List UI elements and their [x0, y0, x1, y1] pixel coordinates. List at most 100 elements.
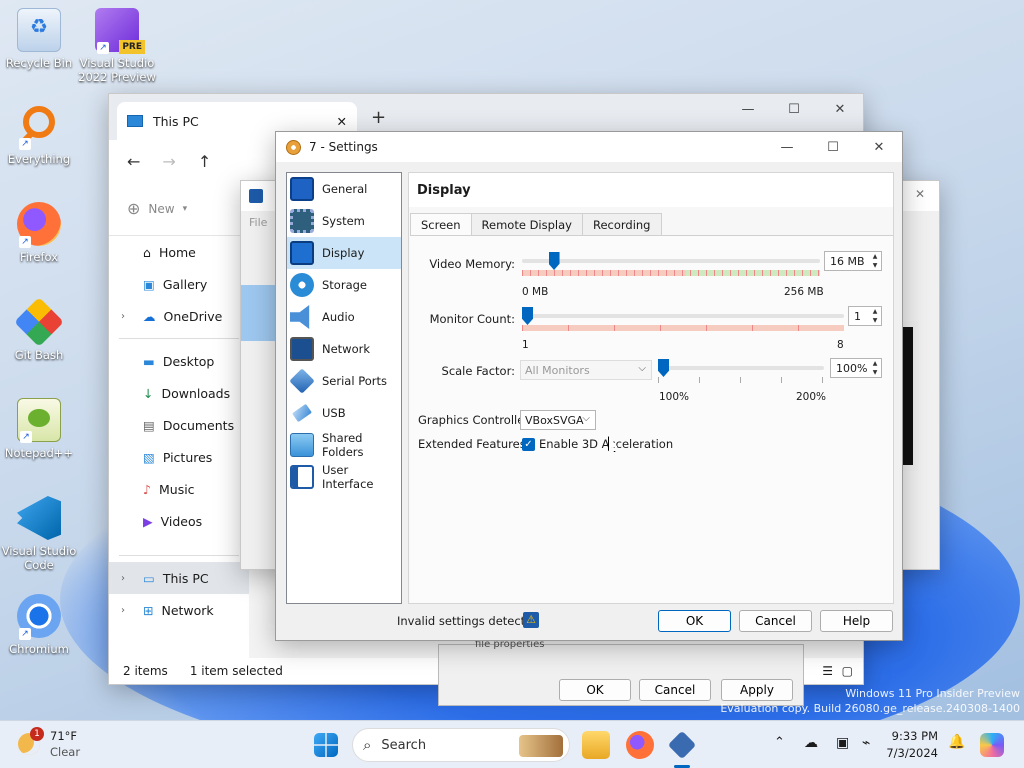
nav-item-network[interactable]: Network: [287, 333, 401, 365]
up-icon[interactable]: ↑: [198, 152, 211, 171]
sidebar-item-gallery[interactable]: ▣ Gallery: [109, 268, 249, 300]
ok-button[interactable]: OK: [658, 610, 731, 632]
video-memory-track[interactable]: [522, 259, 820, 263]
vm-list-item-selected[interactable]: [241, 285, 277, 341]
nav-item-shared-folders[interactable]: Shared Folders: [287, 429, 401, 461]
nav-item-user-interface[interactable]: User Interface: [287, 461, 401, 493]
maximize-icon[interactable]: ☐: [771, 94, 817, 124]
desktop-icon-chromium[interactable]: ↗ Chromium: [0, 594, 78, 656]
copilot-preview-icon[interactable]: [980, 733, 1004, 757]
show-hidden-icons-chevron-icon[interactable]: ⌃: [774, 735, 785, 750]
monitor-count-track[interactable]: [522, 314, 844, 318]
close-tab-icon[interactable]: ✕: [337, 114, 347, 129]
clock-date[interactable]: 7/3/2024: [882, 746, 938, 760]
spin-arrows-icon[interactable]: ▲ ▼: [869, 307, 881, 325]
desktop-icon-everything[interactable]: ↗ Everything: [0, 104, 78, 166]
sidebar-item-network[interactable]: › ⊞ Network: [109, 594, 249, 626]
desktop-icon-git-bash[interactable]: Git Bash: [0, 297, 78, 362]
tab-remote-display[interactable]: Remote Display: [470, 213, 583, 235]
nav-item-serial-ports[interactable]: Serial Ports: [287, 365, 401, 397]
video-memory-value: 16 MB: [830, 254, 865, 268]
extended-features-label: Extended Features:: [418, 437, 530, 451]
scale-factor-spinbox[interactable]: 100% ▲ ▼: [830, 358, 882, 378]
desktop-icon-visual-studio[interactable]: ↗ PRE Visual Studio 2022 Preview: [78, 8, 156, 84]
chevron-right-icon[interactable]: ›: [121, 605, 125, 616]
firefox-taskbar-icon[interactable]: [626, 731, 654, 759]
new-button[interactable]: New: [148, 202, 174, 216]
back-icon[interactable]: ←: [127, 152, 140, 171]
nav-item-label: General: [322, 182, 368, 196]
network-muted-tray-icon[interactable]: ⌁: [862, 735, 870, 751]
graphics-controller-combo[interactable]: VBoxSVGA ⌵: [520, 410, 596, 430]
weather-widget[interactable]: 1 71°F Clear: [18, 727, 108, 763]
nav-item-general[interactable]: General: [287, 173, 401, 205]
nav-item-storage[interactable]: Storage: [287, 269, 401, 301]
vbox-file-menu[interactable]: File: [249, 216, 267, 229]
sidebar-item-home[interactable]: ⌂ Home: [109, 236, 249, 268]
minimize-icon[interactable]: —: [725, 94, 771, 124]
maximize-icon[interactable]: ☐: [810, 132, 856, 162]
nav-item-usb[interactable]: USB: [287, 397, 401, 429]
warning-icon[interactable]: ⚠: [523, 612, 539, 628]
desktop-icon-recycle-bin[interactable]: ♻ Recycle Bin: [0, 8, 78, 70]
details-view-icon[interactable]: ☰: [822, 664, 833, 678]
display-tray-icon[interactable]: ▣: [836, 735, 849, 751]
ok-button[interactable]: OK: [559, 679, 631, 701]
virtualbox-taskbar-icon[interactable]: [667, 730, 697, 760]
tiles-view-icon[interactable]: ▢: [842, 664, 853, 678]
explorer-window-controls: — ☐ ✕: [725, 94, 863, 124]
start-windows-icon[interactable]: [314, 733, 338, 757]
chevron-right-icon[interactable]: ›: [121, 573, 125, 584]
sidebar-item-desktop[interactable]: ▬ Desktop: [109, 345, 249, 377]
video-memory-spinbox[interactable]: 16 MB ▲ ▼: [824, 251, 882, 271]
spin-arrows-icon[interactable]: ▲ ▼: [869, 359, 881, 377]
help-button[interactable]: Help: [820, 610, 893, 632]
onedrive-tray-icon[interactable]: ☁: [804, 735, 818, 751]
nav-item-display[interactable]: Display: [287, 237, 401, 269]
notification-bell-icon[interactable]: 🔔: [948, 734, 965, 750]
scale-factor-track[interactable]: [658, 366, 824, 370]
tab-screen[interactable]: Screen: [410, 213, 472, 235]
chevron-right-icon[interactable]: ›: [121, 311, 125, 322]
new-tab-icon[interactable]: +: [371, 107, 386, 128]
enable-3d-checkbox[interactable]: ✓: [522, 438, 535, 451]
file-explorer-taskbar-icon[interactable]: [582, 731, 610, 759]
sidebar-item-music[interactable]: ♪ Music: [109, 473, 249, 505]
sidebar-item-documents[interactable]: ▤ Documents: [109, 409, 249, 441]
search-placeholder: Search: [381, 737, 427, 753]
cancel-button[interactable]: Cancel: [639, 679, 711, 701]
sidebar-item-this-pc[interactable]: › ▭ This PC: [109, 562, 249, 594]
settings-gear-icon: [286, 139, 301, 155]
monitor-count-spinbox[interactable]: 1 ▲ ▼: [848, 306, 882, 326]
close-icon[interactable]: ✕: [915, 187, 925, 201]
forward-icon[interactable]: →: [162, 152, 175, 171]
network-icon: [290, 337, 314, 361]
desktop-icon-notepad-plus-plus[interactable]: ↗ Notepad++: [0, 398, 78, 460]
scale-factor-min: 100%: [659, 391, 690, 403]
sidebar-item-downloads[interactable]: ↓ Downloads: [109, 377, 249, 409]
spin-arrows-icon[interactable]: ▲ ▼: [869, 252, 881, 270]
sidebar-item-videos[interactable]: ▶ Videos: [109, 505, 249, 537]
shortcut-arrow-icon: ↗: [19, 628, 31, 640]
tab-recording[interactable]: Recording: [581, 213, 662, 235]
nav-item-audio[interactable]: Audio: [287, 301, 401, 333]
audio-icon: [290, 305, 310, 329]
close-icon[interactable]: ✕: [856, 132, 902, 162]
scale-factor-slider-thumb[interactable]: [658, 359, 669, 377]
nav-item-system[interactable]: System: [287, 205, 401, 237]
monitor-count-slider-thumb[interactable]: [522, 307, 533, 325]
minimize-icon[interactable]: —: [764, 132, 810, 162]
sidebar-item-onedrive[interactable]: › ☁ OneDrive: [109, 300, 249, 332]
taskbar-search[interactable]: ⌕ Search: [352, 728, 570, 762]
clock-time[interactable]: 9:33 PM: [882, 729, 938, 743]
close-icon[interactable]: ✕: [817, 94, 863, 124]
video-memory-slider-thumb[interactable]: [548, 252, 560, 270]
cancel-button[interactable]: Cancel: [739, 610, 812, 632]
video-memory-label: Video Memory:: [429, 257, 515, 271]
enable-3d-label[interactable]: Enable 3D Acceleration: [539, 437, 673, 451]
video-memory-min: 0 MB: [522, 286, 549, 298]
sidebar-item-pictures[interactable]: ▧ Pictures: [109, 441, 249, 473]
desktop-icon-firefox[interactable]: ↗ Firefox: [0, 202, 78, 264]
desktop-icon-vscode[interactable]: Visual Studio Code: [0, 496, 78, 572]
home-icon: ⌂: [143, 244, 151, 260]
